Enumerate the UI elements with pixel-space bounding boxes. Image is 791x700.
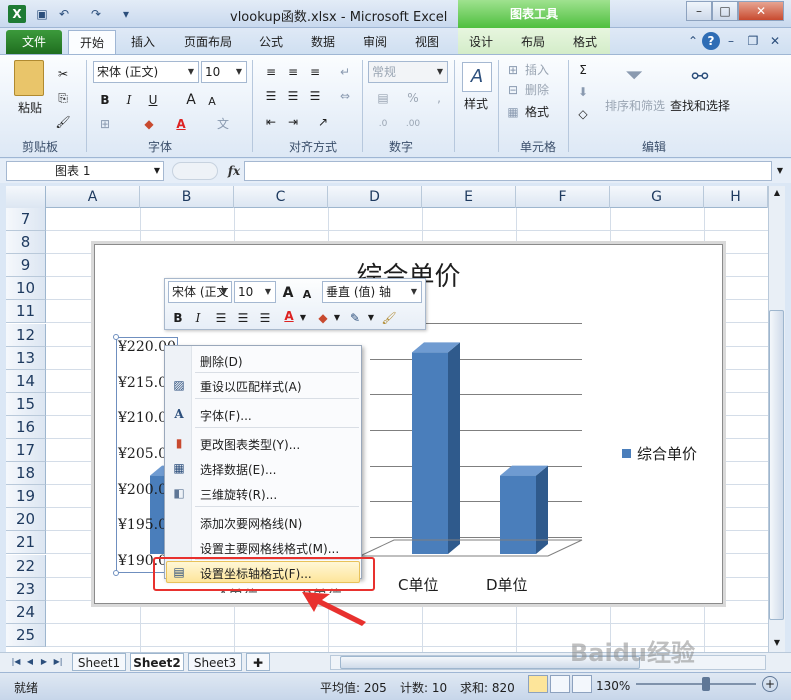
view-page-layout-button[interactable]: [550, 675, 570, 693]
view-normal-button[interactable]: [528, 675, 548, 693]
chevron-down-icon[interactable]: ▼: [332, 308, 342, 328]
chevron-down-icon[interactable]: ▼: [217, 282, 231, 302]
x-tick-label-d: D单位: [486, 576, 528, 594]
select-data-icon: ▦: [173, 461, 185, 475]
menu-separator: [195, 506, 359, 507]
mini-bold-button[interactable]: B: [170, 308, 186, 328]
chevron-down-icon[interactable]: ▼: [407, 282, 421, 302]
menu-item-add-minor-gridlines[interactable]: 添加次要网格线(N): [200, 515, 302, 532]
selection-handle[interactable]: [113, 570, 119, 576]
next-sheet-icon[interactable]: ▶: [38, 655, 50, 669]
legend-swatch: [622, 449, 631, 458]
chart-element-combo[interactable]: 垂直 (值) 轴 ▼: [322, 281, 422, 303]
mini-align-center-icon[interactable]: ☰: [234, 308, 252, 328]
chevron-down-icon[interactable]: ▼: [366, 308, 376, 328]
zoom-level[interactable]: 130%: [596, 679, 630, 693]
chart-type-icon: ▮: [175, 436, 183, 450]
status-count: 计数: 10: [400, 681, 448, 695]
mini-grow-font-button[interactable]: A: [280, 283, 296, 303]
menu-item-3d-rotation[interactable]: 三维旋转(R)...: [200, 486, 277, 503]
status-bar: [0, 672, 791, 700]
sheet-tab-3[interactable]: Sheet3: [188, 653, 242, 671]
first-sheet-icon[interactable]: |◀: [10, 655, 22, 669]
mini-font-color-button[interactable]: A: [280, 306, 298, 326]
last-sheet-icon[interactable]: ▶|: [52, 655, 64, 669]
status-sum: 求和: 820: [460, 681, 515, 695]
zoom-in-icon[interactable]: +: [762, 676, 778, 692]
3d-rotate-icon: ◧: [173, 486, 185, 500]
selection-handle[interactable]: [113, 334, 119, 340]
menu-item-delete[interactable]: 删除(D): [200, 353, 243, 370]
menu-item-select-data[interactable]: 选择数据(E)...: [200, 461, 276, 478]
annotation-highlight-box: [153, 557, 375, 591]
chart-element-value: 垂直 (值) 轴: [326, 285, 391, 299]
chevron-down-icon[interactable]: ▼: [261, 282, 275, 302]
menu-item-reset-style[interactable]: 重设以匹配样式(A): [200, 378, 302, 395]
zoom-slider[interactable]: [636, 683, 756, 685]
prev-sheet-icon[interactable]: ◀: [24, 655, 36, 669]
mini-font-size-value: 10: [238, 285, 254, 299]
view-page-break-button[interactable]: [572, 675, 592, 693]
menu-item-font[interactable]: 字体(F)...: [200, 407, 252, 424]
menu-separator: [195, 372, 359, 373]
sheet-tab-1[interactable]: Sheet1: [72, 653, 126, 671]
mini-font-size-combo[interactable]: 10 ▼: [234, 281, 276, 303]
watermark-logo: Baidu经验: [570, 639, 695, 667]
mini-italic-button[interactable]: I: [190, 308, 206, 328]
menu-separator: [195, 427, 359, 428]
insert-sheet-icon[interactable]: ✚: [246, 653, 270, 671]
chevron-down-icon[interactable]: ▼: [298, 308, 308, 328]
menu-item-change-chart-type[interactable]: 更改图表类型(Y)...: [200, 436, 300, 453]
zoom-slider-knob[interactable]: [702, 677, 710, 691]
bar-C单位[interactable]: [412, 342, 460, 554]
font-icon: A: [174, 407, 184, 421]
reset-style-icon: ▨: [173, 378, 185, 392]
mini-align-left-icon[interactable]: ☰: [212, 308, 230, 328]
mini-align-right-icon[interactable]: ☰: [256, 308, 274, 328]
mini-font-name-combo[interactable]: 宋体 (正文 ▼: [168, 281, 232, 303]
bar-D单位[interactable]: [500, 465, 548, 554]
x-tick-label-c: C单位: [398, 576, 439, 594]
sheet-tab-2[interactable]: Sheet2: [130, 653, 184, 671]
annotation-arrow-icon: [302, 592, 366, 626]
mini-fill-color-icon[interactable]: ◆: [314, 308, 332, 328]
status-ready: 就绪: [14, 681, 39, 695]
mini-format-painter-icon[interactable]: 🖌: [380, 308, 398, 328]
chart-floor: [359, 539, 583, 557]
mini-shrink-font-button[interactable]: A: [300, 285, 314, 305]
legend-label[interactable]: 综合单价: [637, 443, 697, 464]
mini-outline-icon[interactable]: ✎: [346, 308, 364, 328]
menu-separator: [195, 398, 359, 399]
status-average: 平均值: 205: [320, 681, 387, 695]
menu-item-format-major-gridlines[interactable]: 设置主要网格线格式(M)...: [200, 540, 339, 557]
